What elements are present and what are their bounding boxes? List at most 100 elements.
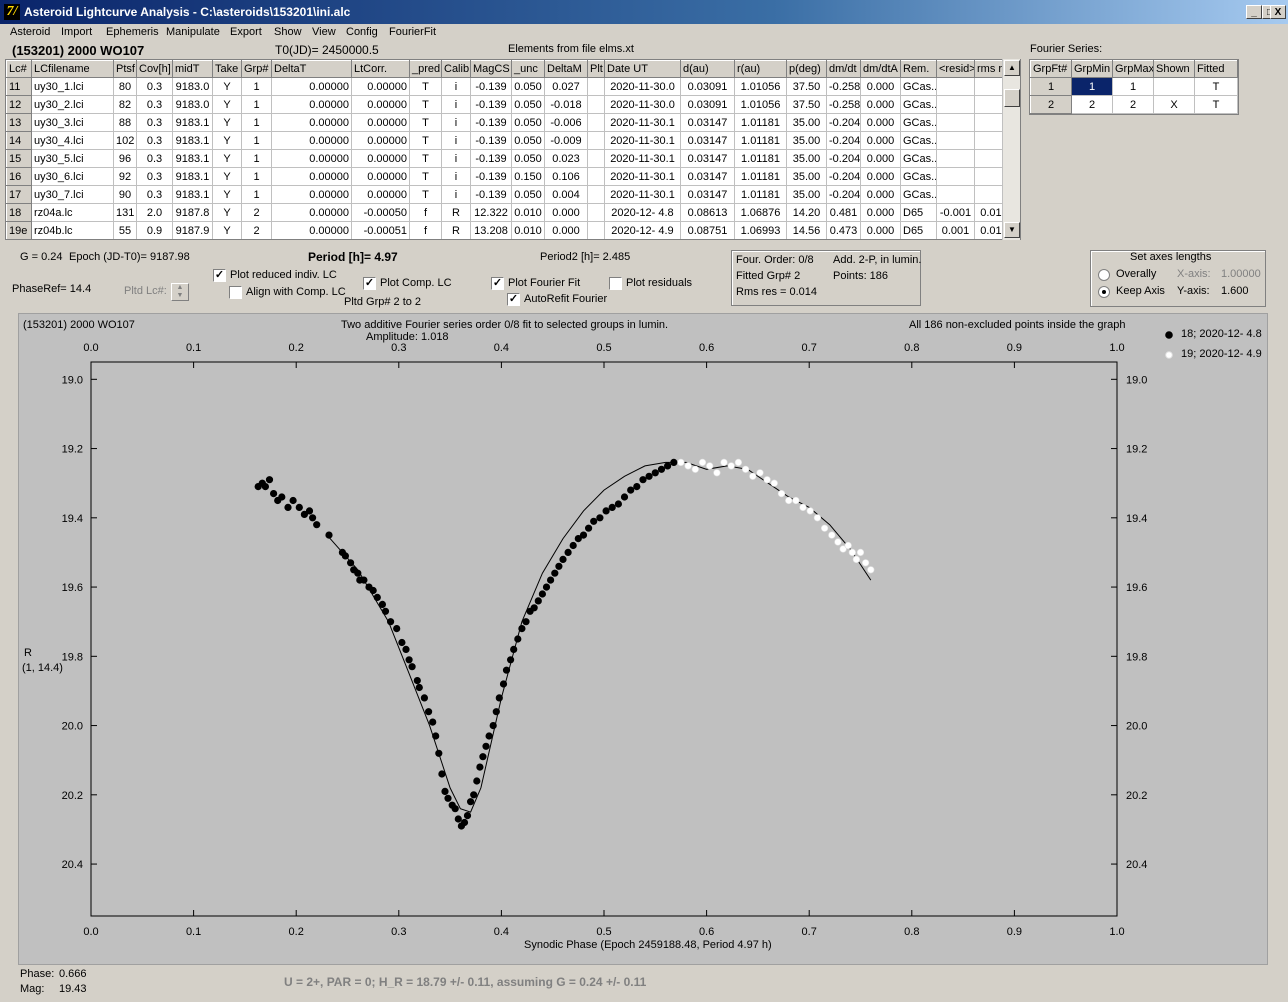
table-cell[interactable]: 2020-11-30.1 bbox=[604, 149, 681, 168]
table-cell[interactable]: 9183.1 bbox=[172, 113, 213, 132]
table-cell[interactable]: 1.01181 bbox=[734, 113, 787, 132]
lightcurve-table[interactable]: Lc# LCfilename Ptsf Cov[h] midT Take Grp# Delta… bbox=[5, 59, 1021, 240]
pltd-lc-spinner[interactable]: ▲ ▼ bbox=[171, 283, 189, 301]
row-header[interactable]: 1 bbox=[1030, 77, 1072, 96]
table-cell[interactable]: T bbox=[409, 149, 442, 168]
table-cell[interactable]: 131 bbox=[113, 203, 137, 222]
table-cell[interactable]: 0.010 bbox=[511, 203, 545, 222]
period-value[interactable]: Period [h]= 4.97 bbox=[308, 250, 398, 264]
table-cell[interactable] bbox=[587, 113, 605, 132]
table-cell[interactable]: uy30_5.lci bbox=[31, 149, 114, 168]
table-cell[interactable] bbox=[587, 77, 605, 96]
table-cell[interactable]: 9183.1 bbox=[172, 167, 213, 186]
x-axis-value[interactable]: 1.00000 bbox=[1221, 268, 1261, 280]
table-cell[interactable]: 37.50 bbox=[786, 95, 827, 114]
table-cell[interactable] bbox=[936, 149, 975, 168]
menu-asteroid[interactable]: Asteroid bbox=[10, 26, 50, 38]
table-cell[interactable]: 0.3 bbox=[136, 149, 173, 168]
lc-col-header[interactable]: MagCS bbox=[470, 60, 512, 78]
table-cell[interactable]: X bbox=[1153, 95, 1195, 114]
table-cell[interactable]: -0.204 bbox=[826, 185, 861, 204]
table-cell[interactable]: -0.139 bbox=[470, 95, 512, 114]
table-cell[interactable]: 37.50 bbox=[786, 77, 827, 96]
row-header[interactable]: 19e bbox=[6, 221, 32, 239]
table-cell[interactable] bbox=[587, 167, 605, 186]
fourier-series-table[interactable]: GrpFt# GrpMin GrpMax Shown Fitted 111T222XT bbox=[1029, 59, 1239, 115]
scroll-thumb[interactable] bbox=[1004, 89, 1020, 107]
table-cell[interactable]: 0.3 bbox=[136, 131, 173, 150]
table-cell[interactable]: 0.000 bbox=[860, 95, 901, 114]
table-cell[interactable]: f bbox=[409, 221, 442, 239]
table-cell[interactable]: i bbox=[441, 131, 471, 150]
table-cell[interactable]: 0.00000 bbox=[351, 95, 410, 114]
table-cell[interactable]: 1 bbox=[241, 131, 272, 150]
table-cell[interactable]: T bbox=[409, 167, 442, 186]
table-cell[interactable]: 0.00000 bbox=[351, 167, 410, 186]
plot-comp-checkbox[interactable]: ✓ bbox=[363, 277, 376, 290]
table-cell[interactable]: 1 bbox=[241, 149, 272, 168]
table-cell[interactable]: 0.3 bbox=[136, 95, 173, 114]
menu-export[interactable]: Export bbox=[230, 26, 262, 38]
table-cell[interactable]: R bbox=[441, 203, 471, 222]
table-cell[interactable]: 1.06876 bbox=[734, 203, 787, 222]
table-cell[interactable] bbox=[587, 203, 605, 222]
table-cell[interactable]: 0.08751 bbox=[680, 221, 735, 239]
table-row[interactable]: 19e rz04b.lc 55 0.9 9187.9 Y 2 0.00000 -0.00051 f… bbox=[6, 221, 1014, 239]
table-cell[interactable]: 0.03147 bbox=[680, 185, 735, 204]
table-cell[interactable]: 1 bbox=[1071, 77, 1113, 96]
table-cell[interactable]: 9183.0 bbox=[172, 95, 213, 114]
table-cell[interactable]: -0.139 bbox=[470, 167, 512, 186]
table-cell[interactable]: i bbox=[441, 113, 471, 132]
table-cell[interactable]: GCas.. bbox=[900, 131, 937, 150]
table-cell[interactable]: 0.000 bbox=[860, 149, 901, 168]
table-cell[interactable]: -0.204 bbox=[826, 149, 861, 168]
table-cell[interactable]: i bbox=[441, 185, 471, 204]
table-row[interactable]: 11 uy30_1.lci 80 0.3 9183.0 Y 1 0.00000 0.00000 T… bbox=[6, 77, 1014, 96]
table-cell[interactable]: 1 bbox=[241, 113, 272, 132]
table-row[interactable]: 16 uy30_6.lci 92 0.3 9183.1 Y 1 0.00000 0.00000 T… bbox=[6, 167, 1014, 186]
table-cell[interactable]: 0.03147 bbox=[680, 149, 735, 168]
table-cell[interactable]: uy30_3.lci bbox=[31, 113, 114, 132]
table-cell[interactable]: 2 bbox=[241, 221, 272, 239]
table-row[interactable]: 17 uy30_7.lci 90 0.3 9183.1 Y 1 0.00000 0.00000 T… bbox=[6, 185, 1014, 204]
table-cell[interactable]: i bbox=[441, 149, 471, 168]
table-cell[interactable]: -0.139 bbox=[470, 185, 512, 204]
table-cell[interactable]: T bbox=[409, 77, 442, 96]
table-cell[interactable]: 0.03091 bbox=[680, 77, 735, 96]
table-cell[interactable]: 0.03091 bbox=[680, 95, 735, 114]
table-cell[interactable]: -0.139 bbox=[470, 113, 512, 132]
lc-col-header[interactable]: Cov[h] bbox=[136, 60, 173, 78]
table-cell[interactable]: 35.00 bbox=[786, 149, 827, 168]
table-cell[interactable]: -0.001 bbox=[936, 203, 975, 222]
table-cell[interactable]: GCas.. bbox=[900, 149, 937, 168]
table-cell[interactable]: -0.258 bbox=[826, 95, 861, 114]
table-cell[interactable]: 14.56 bbox=[786, 221, 827, 239]
table-cell[interactable]: 35.00 bbox=[786, 131, 827, 150]
fourier-col-header[interactable]: Fitted bbox=[1194, 60, 1238, 78]
table-cell[interactable]: 2.0 bbox=[136, 203, 173, 222]
table-cell[interactable]: Y bbox=[212, 149, 242, 168]
lc-col-header[interactable]: Plt bbox=[587, 60, 605, 78]
table-cell[interactable]: 0.050 bbox=[511, 185, 545, 204]
lc-col-header[interactable]: r(au) bbox=[734, 60, 787, 78]
scroll-down-button[interactable]: ▼ bbox=[1004, 222, 1020, 238]
table-cell[interactable]: GCas.. bbox=[900, 95, 937, 114]
row-header[interactable]: 11 bbox=[6, 77, 32, 96]
table-cell[interactable]: 0.03147 bbox=[680, 167, 735, 186]
table-cell[interactable]: -0.006 bbox=[544, 113, 588, 132]
autorefit-checkbox[interactable]: ✓ bbox=[507, 293, 520, 306]
table-cell[interactable]: 0.050 bbox=[511, 149, 545, 168]
table-cell[interactable]: Y bbox=[212, 221, 242, 239]
row-header[interactable]: 17 bbox=[6, 185, 32, 204]
lc-col-header[interactable]: d(au) bbox=[680, 60, 735, 78]
table-cell[interactable]: Y bbox=[212, 167, 242, 186]
table-cell[interactable]: 2020-11-30.1 bbox=[604, 131, 681, 150]
table-cell[interactable]: uy30_1.lci bbox=[31, 77, 114, 96]
table-cell[interactable]: 0.000 bbox=[544, 221, 588, 239]
align-comp-checkbox[interactable] bbox=[229, 286, 242, 299]
plot-fourier-checkbox[interactable]: ✓ bbox=[491, 277, 504, 290]
table-cell[interactable]: Y bbox=[212, 185, 242, 204]
table-cell[interactable]: 0.3 bbox=[136, 185, 173, 204]
table-cell[interactable]: 2020-11-30.0 bbox=[604, 95, 681, 114]
table-cell[interactable]: -0.204 bbox=[826, 113, 861, 132]
